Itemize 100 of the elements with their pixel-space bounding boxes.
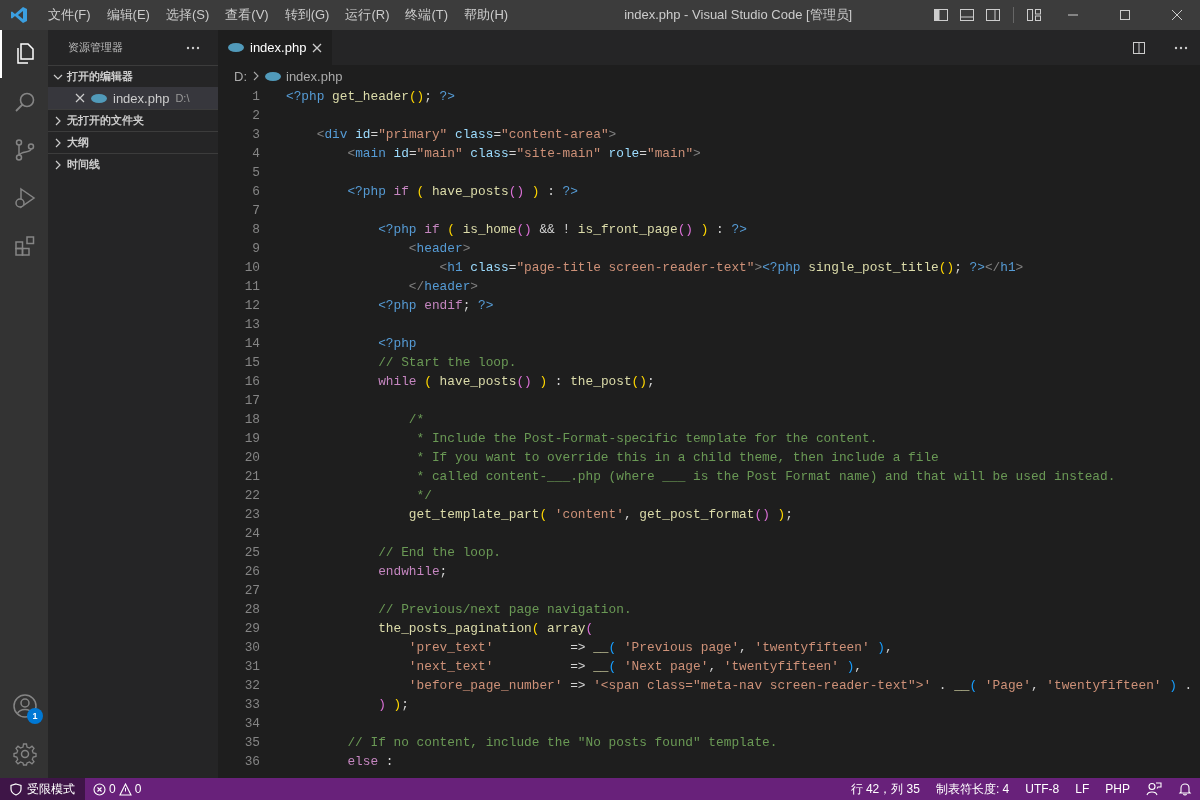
line-number: 20	[243, 449, 260, 467]
line-number: 18	[243, 411, 260, 429]
php-file-icon	[265, 71, 281, 81]
more-actions-icon[interactable]	[1174, 45, 1188, 50]
code-line: while ( have_posts() ) : the_post();	[377, 373, 655, 391]
toggle-panel-icon[interactable]	[959, 7, 975, 23]
line-number: 17	[243, 392, 260, 410]
status-item[interactable]: LF	[1067, 782, 1098, 796]
line-number: 12	[243, 297, 260, 315]
line-number: 3	[251, 126, 260, 144]
code-line: 'next_text' => __( 'Next page', 'twentyfifteen' ),	[407, 658, 862, 676]
code-line: </header>	[407, 278, 478, 296]
menu-item[interactable]: 帮助(H)	[456, 6, 517, 24]
line-number: 8	[251, 221, 260, 239]
status-item[interactable]: UTF-8	[1017, 782, 1068, 796]
bell-icon[interactable]	[1178, 782, 1192, 796]
code-line: 'before_page_number' => '<span class="meta-nav screen-reader-text">' . __( 'Page', 'twentyfifteen' ) .	[407, 677, 1193, 695]
code-line: ) );	[377, 696, 409, 714]
menu-item[interactable]: 文件(F)	[40, 6, 99, 24]
search-icon[interactable]	[13, 90, 37, 114]
editor-tab[interactable]: index.php	[218, 30, 333, 65]
sidebar-title: 资源管理器	[68, 40, 123, 55]
status-item[interactable]: PHP	[1097, 782, 1138, 796]
line-number: 5	[251, 164, 260, 182]
line-number: 14	[243, 335, 260, 353]
account-icon[interactable]	[12, 693, 38, 719]
chevron-icon	[53, 137, 63, 148]
toggle-sidebar-icon[interactable]	[933, 7, 949, 23]
breadcrumb-item[interactable]: D:	[234, 68, 247, 84]
extensions-icon[interactable]	[13, 234, 37, 258]
run-debug-icon[interactable]	[13, 186, 37, 210]
code-line: * Include the Post-Format-specific template for the content.	[415, 430, 878, 448]
line-number: 6	[251, 183, 260, 201]
feedback-icon[interactable]	[1146, 782, 1162, 796]
line-number: 15	[243, 354, 260, 372]
source-control-icon[interactable]	[13, 138, 37, 162]
line-number: 19	[243, 430, 260, 448]
line-number: 30	[243, 639, 260, 657]
chevron-icon	[53, 115, 63, 126]
line-number: 9	[251, 240, 260, 258]
menu-item[interactable]: 查看(V)	[217, 6, 277, 24]
code-line: <?php if ( is_home() && ! is_front_page() ) : ?>	[377, 221, 747, 239]
line-number: 31	[243, 658, 260, 676]
status-item[interactable]: 行 42，列 35	[842, 780, 928, 798]
code-line: the_posts_pagination( array(	[377, 620, 594, 638]
line-number: 16	[243, 373, 260, 391]
chevron-icon	[53, 159, 63, 170]
layout-icon[interactable]	[1026, 7, 1042, 23]
error-icon	[93, 782, 106, 796]
code-line: * If you want to override this in a child theme, then include a file	[415, 449, 939, 467]
code-line: endwhile;	[377, 563, 448, 581]
line-number: 34	[243, 715, 260, 733]
problems-button[interactable]: 0 0	[85, 782, 150, 796]
code-line: <main id="main" class="site-main" role="main">	[346, 145, 701, 163]
code-line: * called content-___.php (where ___ is the Post Format name) and that will be used instead.	[415, 468, 1116, 486]
section-header[interactable]: 无打开的文件夹	[48, 109, 218, 131]
line-number: 25	[243, 544, 260, 562]
code-line: /*	[407, 411, 425, 429]
php-file-icon	[91, 93, 107, 103]
menu-item[interactable]: 运行(R)	[337, 6, 398, 24]
code-line: */	[415, 487, 432, 505]
line-number: 13	[243, 316, 260, 334]
code-line: 'prev_text' => __( 'Previous page', 'twentyfifteen' ),	[407, 639, 893, 657]
menu-item[interactable]: 编辑(E)	[98, 6, 158, 24]
menu-item[interactable]: 转到(G)	[276, 6, 338, 24]
code-line: // End the loop.	[377, 544, 502, 562]
code-line: get_template_part( 'content', get_post_format() );	[407, 506, 793, 524]
line-number: 26	[243, 563, 260, 581]
restricted-mode-button[interactable]: 受限模式	[0, 778, 85, 800]
split-editor-icon[interactable]	[1132, 40, 1146, 55]
code-line: // If no content, include the "No posts found" template.	[346, 734, 778, 752]
code-line: <div id="primary" class="content-area">	[315, 126, 617, 144]
line-number: 28	[243, 601, 260, 619]
menu-item[interactable]: 选择(S)	[157, 6, 218, 24]
settings-icon[interactable]	[13, 742, 37, 766]
open-editor-item[interactable]: index.php D:\	[48, 87, 218, 109]
line-number: 21	[243, 468, 260, 486]
code-line: <?php get_header(); ?>	[286, 88, 455, 106]
code-line: <?php if ( have_posts() ) : ?>	[346, 183, 578, 201]
line-number: 4	[251, 145, 260, 163]
more-actions-icon[interactable]	[186, 45, 200, 50]
menu-item[interactable]: 终端(T)	[397, 6, 457, 24]
chevron-icon	[252, 71, 260, 81]
close-icon[interactable]	[75, 93, 85, 103]
line-number: 2	[251, 107, 260, 125]
notification-badge: 1	[27, 708, 43, 724]
section-header[interactable]: 大纲	[48, 131, 218, 153]
line-number: 29	[243, 620, 260, 638]
php-file-icon	[228, 43, 244, 52]
section-header[interactable]: 时间线	[48, 153, 218, 175]
status-item[interactable]: 制表符长度: 4	[927, 780, 1018, 798]
code-line: <h1 class="page-title screen-reader-text"><?php single_post_title(); ?></h1>	[438, 259, 1024, 277]
line-number: 10	[243, 259, 260, 277]
close-icon[interactable]	[312, 42, 323, 53]
line-number: 27	[243, 582, 260, 600]
code-line: <header>	[407, 240, 471, 258]
toggle-secondary-sidebar-icon[interactable]	[985, 7, 1001, 23]
line-number: 32	[243, 677, 260, 695]
breadcrumb-item[interactable]: index.php	[286, 68, 343, 84]
window-title: index.php - Visual Studio Code [管理员]	[624, 6, 853, 24]
